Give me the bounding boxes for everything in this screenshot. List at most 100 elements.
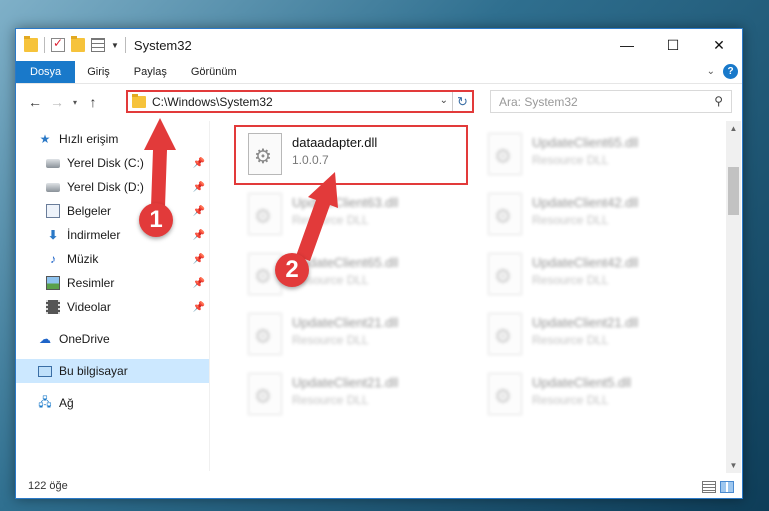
pin-icon[interactable]: 📌: [193, 230, 205, 241]
sidebar-item-network[interactable]: 🖧 Ağ: [16, 391, 209, 415]
expand-ribbon-icon[interactable]: ⌄: [707, 66, 715, 77]
navigation-pane: ★ Hızlı erişim Yerel Disk (C:) 📌 Yerel D…: [16, 127, 209, 472]
pictures-icon: [46, 276, 60, 290]
file-name: UpdateClient63.dll: [292, 195, 399, 210]
pin-icon[interactable]: 📌: [193, 254, 205, 265]
file-tile[interactable]: UpdateClient42.dll Resource DLL: [476, 247, 706, 303]
forward-arrow-icon[interactable]: →: [46, 94, 68, 110]
scroll-up-icon[interactable]: ▲: [726, 121, 741, 136]
sidebar-item-music[interactable]: ♪ Müzik 📌: [16, 247, 209, 271]
address-path[interactable]: C:\Windows\System32: [152, 95, 273, 109]
properties-check-icon[interactable]: [51, 36, 65, 52]
file-tile[interactable]: UpdateClient21.dll Resource DLL: [236, 367, 466, 423]
sidebar-item-videos[interactable]: Videolar 📌: [16, 295, 209, 319]
file-name: UpdateClient21.dll: [532, 315, 639, 330]
pin-icon[interactable]: 📌: [193, 278, 205, 289]
search-box[interactable]: Ara: System32 ⚲: [490, 90, 732, 113]
sidebar-item-label: Yerel Disk (D:): [67, 180, 144, 194]
dll-file-icon: [248, 313, 282, 355]
file-name: UpdateClient42.dll: [532, 255, 639, 270]
file-tile[interactable]: dataadapter.dll 1.0.0.7: [234, 125, 468, 185]
search-icon[interactable]: ⚲: [714, 94, 723, 108]
sidebar-item-quick-access[interactable]: ★ Hızlı erişim: [16, 127, 209, 151]
sidebar-item-this-pc[interactable]: Bu bilgisayar: [16, 359, 209, 383]
pin-icon[interactable]: 📌: [193, 302, 205, 313]
documents-icon: [46, 204, 60, 218]
help-icon[interactable]: ?: [723, 64, 738, 79]
sidebar-item-downloads[interactable]: ⬇ İndirmeler 📌: [16, 223, 209, 247]
search-placeholder[interactable]: Ara: System32: [499, 95, 578, 109]
sidebar-item-disk-c[interactable]: Yerel Disk (C:) 📌: [16, 151, 209, 175]
sidebar-item-onedrive[interactable]: ☁ OneDrive: [16, 327, 209, 351]
toolbar-divider: [44, 37, 45, 53]
pane-divider[interactable]: [209, 121, 210, 471]
file-name: UpdateClient5.dll: [532, 375, 632, 390]
file-description: Resource DLL: [292, 213, 369, 227]
dll-file-icon: [488, 313, 522, 355]
file-tile[interactable]: UpdateClient21.dll Resource DLL: [476, 307, 706, 363]
scroll-down-icon[interactable]: ▼: [726, 458, 741, 473]
address-bar[interactable]: C:\Windows\System32 ⌄ ↻: [126, 90, 474, 113]
sidebar-item-pictures[interactable]: Resimler 📌: [16, 271, 209, 295]
maximize-button[interactable]: ☐: [650, 29, 696, 61]
tab-gorunum[interactable]: Görünüm: [179, 61, 249, 83]
file-tile[interactable]: UpdateClient21.dll Resource DLL: [236, 307, 466, 363]
sidebar-item-disk-d[interactable]: Yerel Disk (D:) 📌: [16, 175, 209, 199]
network-icon: 🖧: [38, 394, 52, 409]
recent-locations-icon[interactable]: ▾: [68, 98, 82, 107]
file-tile[interactable]: UpdateClient5.dll Resource DLL: [476, 367, 706, 423]
sidebar-item-label: Hızlı erişim: [59, 132, 119, 146]
file-version: 1.0.0.7: [292, 153, 329, 167]
file-description: Resource DLL: [292, 393, 369, 407]
close-button[interactable]: ✕: [696, 29, 742, 61]
tab-giris[interactable]: Giriş: [75, 61, 122, 83]
title-bar: ▼ System32 — ☐ ✕: [16, 29, 742, 61]
customize-icon[interactable]: [91, 38, 105, 52]
qat-dropdown-icon[interactable]: ▼: [111, 41, 119, 50]
up-arrow-icon[interactable]: ↑: [82, 94, 104, 110]
sidebar-item-label: Belgeler: [67, 204, 112, 218]
tab-paylas[interactable]: Paylaş: [122, 61, 179, 83]
ribbon-tabs: Dosya Giriş Paylaş Görünüm ⌄ ?: [16, 61, 742, 84]
status-bar: 122 öğe: [16, 474, 742, 498]
details-view-icon[interactable]: [702, 481, 716, 493]
sidebar-item-documents[interactable]: Belgeler 📌: [16, 199, 209, 223]
refresh-icon[interactable]: ↻: [452, 92, 472, 111]
sidebar-item-label: Resimler: [67, 276, 115, 290]
download-icon: ⬇: [47, 228, 59, 242]
sidebar-item-label: Bu bilgisayar: [59, 364, 128, 378]
tab-dosya[interactable]: Dosya: [16, 61, 76, 83]
dll-file-icon: [248, 373, 282, 415]
minimize-button[interactable]: —: [604, 29, 650, 61]
vertical-scrollbar[interactable]: ▲ ▼: [726, 121, 741, 473]
tiles-view-icon[interactable]: [720, 481, 734, 493]
file-name: dataadapter.dll: [292, 135, 378, 150]
file-description: Resource DLL: [532, 213, 609, 227]
dll-file-icon: [488, 193, 522, 235]
file-tile[interactable]: UpdateClient65.dll Resource DLL: [236, 247, 466, 303]
folder-icon: [132, 93, 146, 108]
step-badge-2: 2: [275, 253, 309, 287]
file-list: dataadapter.dll 1.0.0.7 UpdateClient65.d…: [222, 119, 726, 471]
pin-icon[interactable]: 📌: [193, 182, 205, 193]
file-tile[interactable]: UpdateClient42.dll Resource DLL: [476, 187, 706, 243]
dll-file-icon: [488, 373, 522, 415]
file-description: Resource DLL: [532, 333, 609, 347]
file-tile[interactable]: UpdateClient63.dll Resource DLL: [236, 187, 466, 243]
sidebar-item-label: Videolar: [67, 300, 111, 314]
scroll-thumb[interactable]: [728, 167, 739, 215]
pin-icon[interactable]: 📌: [193, 158, 205, 169]
back-arrow-icon[interactable]: ←: [24, 94, 46, 110]
videos-icon: [46, 300, 60, 314]
file-description: Resource DLL: [292, 333, 369, 347]
file-name: UpdateClient42.dll: [532, 195, 639, 210]
music-icon: ♪: [50, 252, 56, 266]
sidebar-item-label: Yerel Disk (C:): [67, 156, 144, 170]
sidebar-item-label: Müzik: [67, 252, 99, 266]
quick-access-toolbar: ▼: [16, 36, 126, 53]
new-folder-icon[interactable]: [71, 36, 85, 52]
dll-file-icon: [488, 253, 522, 295]
pin-icon[interactable]: 📌: [193, 206, 205, 217]
address-dropdown-icon[interactable]: ⌄: [440, 95, 448, 106]
file-tile[interactable]: UpdateClient65.dll Resource DLL: [476, 127, 706, 183]
